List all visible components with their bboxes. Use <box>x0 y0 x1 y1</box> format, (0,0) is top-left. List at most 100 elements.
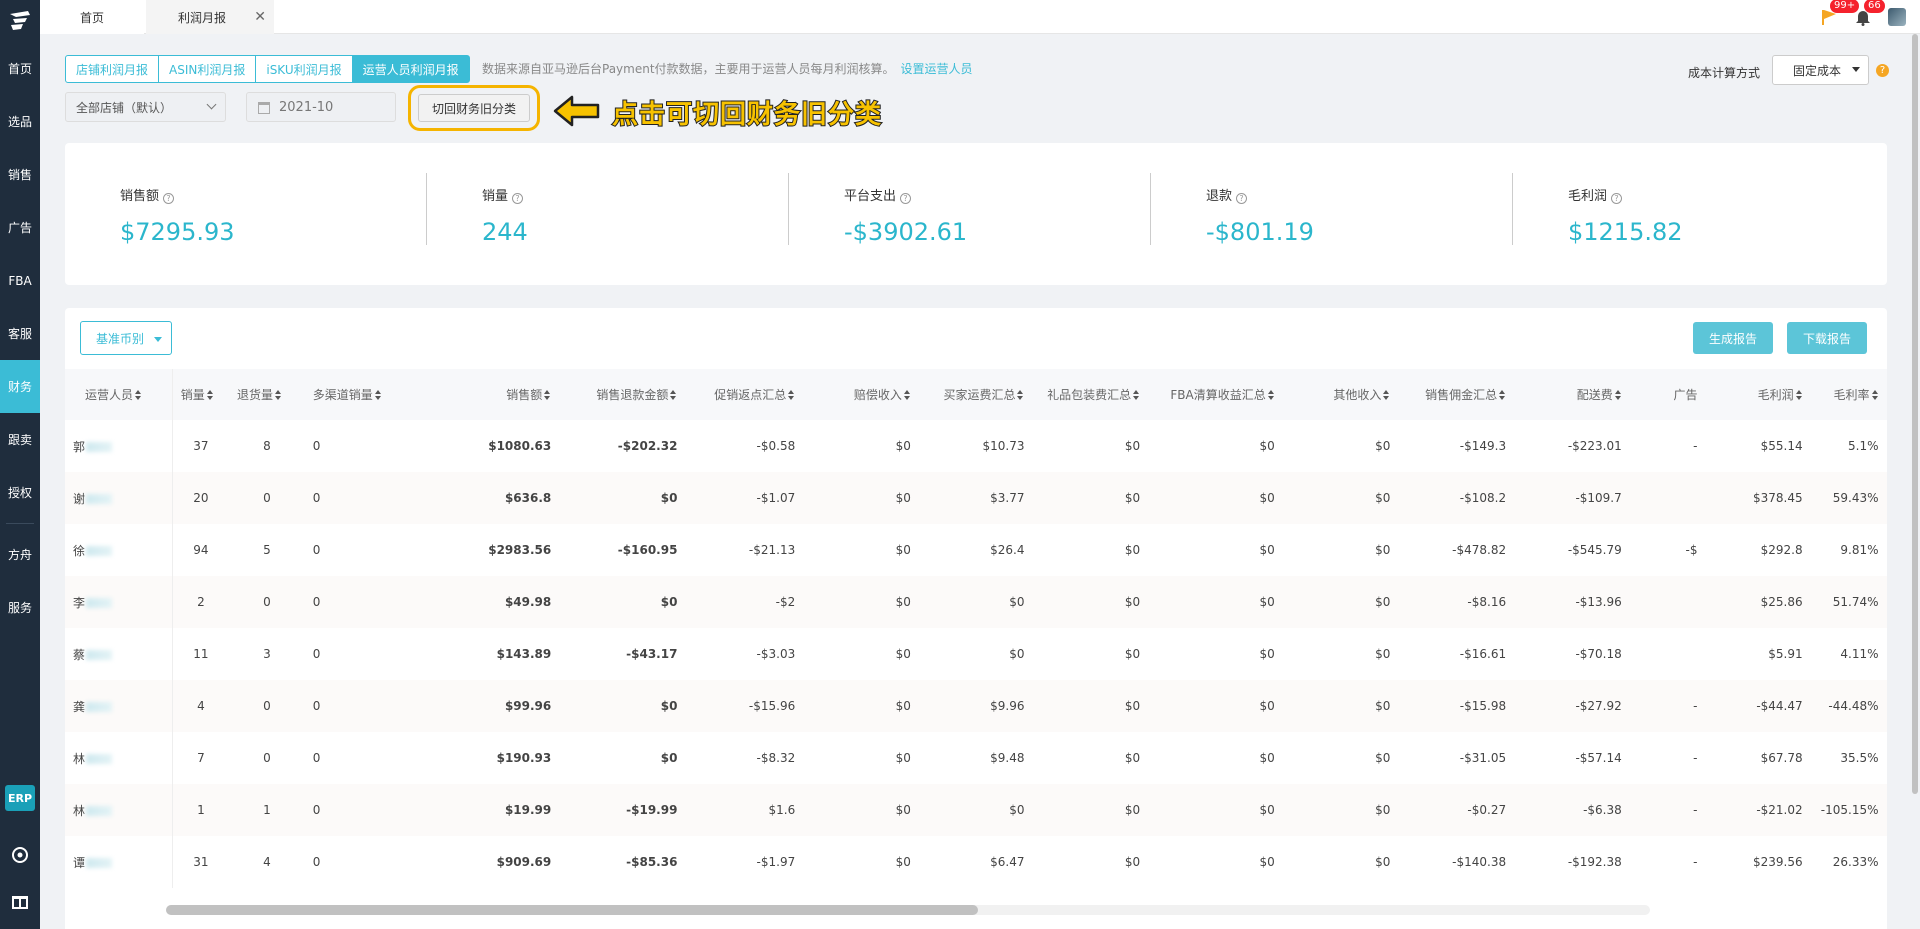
column-header[interactable]: 毛利润 <box>1705 369 1811 420</box>
table-row[interactable]: 林 7 0 0 $190.93 $0 -$8.32 $0 $9.48 $0 $0 $0 -$31.05 -… <box>65 732 1887 784</box>
column-header[interactable]: 礼品包装费汇总 <box>1032 369 1149 420</box>
switch-old-category-button[interactable]: 切回财务旧分类 <box>418 94 530 122</box>
operator-name-link[interactable]: 谢 <box>65 472 173 524</box>
table-row[interactable]: 谢 20 0 0 $636.8 $0 -$1.07 $0 $3.77 $0 $0 $0 -$108.2 -… <box>65 472 1887 524</box>
sidebar-item-2[interactable]: 销售 <box>0 148 40 201</box>
sidebar-item-8[interactable]: 授权 <box>0 466 40 519</box>
column-header[interactable]: 销售退款金额 <box>559 369 686 420</box>
sidebar-item-6[interactable]: 财务 <box>0 360 40 413</box>
sort-icon[interactable] <box>135 390 142 400</box>
table-row[interactable]: 龚 4 0 0 $99.96 $0 -$15.96 $0 $9.96 $0 $0 $0 -$15.98 -… <box>65 680 1887 732</box>
cost-method-select[interactable]: 固定成本 <box>1772 55 1869 85</box>
column-header[interactable]: 配送费 <box>1514 369 1630 420</box>
table-cell: 8 <box>229 420 305 472</box>
operator-name-link[interactable]: 谭 <box>65 836 173 888</box>
sidebar-item-7[interactable]: 跟卖 <box>0 413 40 466</box>
column-header[interactable]: 广告 <box>1629 369 1706 420</box>
tab-operator-profit[interactable]: 运营人员利润月报 <box>351 55 470 83</box>
cell-text: $0 <box>660 595 678 609</box>
column-header[interactable]: FBA清算收益汇总 <box>1148 369 1283 420</box>
sort-icon[interactable] <box>1614 390 1622 400</box>
column-header[interactable]: 运营人员 <box>65 369 173 420</box>
tab-isku-profit[interactable]: iSKU利润月报 <box>255 55 353 83</box>
sort-icon[interactable] <box>1267 390 1275 400</box>
sort-icon[interactable] <box>788 390 795 400</box>
tab-profit-monthly[interactable]: 利润月报 ✕ <box>146 0 274 34</box>
column-header[interactable]: 毛利率 <box>1810 369 1887 420</box>
sidebar-item-4[interactable]: FBA <box>0 254 40 307</box>
base-currency-dropdown[interactable]: 基准币别 <box>80 321 172 355</box>
sidebar-item-9[interactable]: 方舟 <box>0 528 40 581</box>
column-header[interactable]: 促销返点汇总 <box>685 369 804 420</box>
cell-text: $0 <box>895 543 911 557</box>
sort-icon[interactable] <box>670 390 677 400</box>
sort-icon[interactable] <box>1133 390 1140 400</box>
column-header[interactable]: 销售佣金汇总 <box>1398 369 1515 420</box>
close-icon[interactable]: ✕ <box>254 9 266 25</box>
column-header[interactable]: 买家运费汇总 <box>918 369 1033 420</box>
column-header[interactable]: 多渠道销量 <box>304 369 442 420</box>
cell-text: $0 <box>895 491 911 505</box>
question-icon[interactable]: ? <box>1611 193 1623 204</box>
erp-button[interactable]: ERP <box>5 785 35 811</box>
operator-name-link[interactable]: 龚 <box>65 680 173 732</box>
sort-icon[interactable] <box>1383 390 1390 400</box>
sort-icon[interactable] <box>544 390 551 400</box>
operator-name-link[interactable]: 郭 <box>65 420 173 472</box>
avatar[interactable] <box>1888 8 1906 26</box>
gift-icon[interactable] <box>0 891 40 909</box>
question-icon[interactable]: ? <box>163 193 175 204</box>
generate-report-button[interactable]: 生成报告 <box>1693 322 1773 354</box>
sort-icon[interactable] <box>1871 390 1879 400</box>
sort-icon[interactable] <box>903 390 911 400</box>
operator-name-link[interactable]: 蔡 <box>65 628 173 680</box>
column-header[interactable]: 销售额 <box>441 369 560 420</box>
vertical-scrollbar[interactable] <box>1912 34 1918 794</box>
table-row[interactable]: 郭 37 8 0 $1080.63 -$202.32 -$0.58 $0 $10.73 $0 $0 $… <box>65 420 1887 472</box>
help-icon[interactable]: ? <box>1876 64 1889 77</box>
app-logo[interactable] <box>0 0 40 42</box>
column-header[interactable]: 赔偿收入 <box>803 369 919 420</box>
operator-name-link[interactable]: 林 <box>65 784 173 836</box>
tab-home[interactable]: 首页 <box>40 0 144 34</box>
tab-asin-profit[interactable]: ASIN利润月报 <box>158 55 257 83</box>
cell-text: -$1.07 <box>756 491 796 505</box>
support-icon[interactable] <box>0 846 40 864</box>
sort-icon[interactable] <box>1499 390 1506 400</box>
sidebar-item-10[interactable]: 服务 <box>0 581 40 634</box>
sort-icon[interactable] <box>275 390 282 400</box>
sort-icon[interactable] <box>1795 390 1803 400</box>
table-row[interactable]: 谭 31 4 0 $909.69 -$85.36 -$1.97 $0 $6.47 $0 $0 $0 -$… <box>65 836 1887 888</box>
sort-icon[interactable] <box>374 390 382 400</box>
table-row[interactable]: 李 2 0 0 $49.98 $0 -$2 $0 $0 $0 $0 $0 -$8.16 -$13.96 $2… <box>65 576 1887 628</box>
download-report-button[interactable]: 下载报告 <box>1787 322 1867 354</box>
operator-name-link[interactable]: 林 <box>65 732 173 784</box>
flag-notification[interactable]: 99+ <box>1820 0 1860 26</box>
operator-name-link[interactable]: 李 <box>65 576 173 628</box>
column-header[interactable]: 其他收入 <box>1282 369 1399 420</box>
question-icon[interactable]: ? <box>512 193 524 204</box>
table-row[interactable]: 蔡 11 3 0 $143.89 -$43.17 -$3.03 $0 $0 $0 $0 $0 -$16.… <box>65 628 1887 680</box>
sidebar-item-5[interactable]: 客服 <box>0 307 40 360</box>
table-row[interactable]: 徐 94 5 0 $2983.56 -$160.95 -$21.13 $0 $26.4 $0 $0 $… <box>65 524 1887 576</box>
sidebar-item-3[interactable]: 广告 <box>0 201 40 254</box>
sort-icon[interactable] <box>206 390 214 400</box>
operator-name-link[interactable]: 徐 <box>65 524 173 576</box>
month-picker[interactable]: 2021-10 <box>246 92 396 122</box>
question-icon[interactable]: ? <box>900 193 912 204</box>
tab-shop-profit[interactable]: 店铺利润月报 <box>65 55 160 83</box>
shop-select[interactable]: 全部店铺（默认） <box>65 92 226 122</box>
table-cell: -$27.92 <box>1514 680 1630 732</box>
question-icon[interactable]: ? <box>1236 193 1248 204</box>
table-cell: $0 <box>1148 524 1283 576</box>
sort-icon[interactable] <box>1017 390 1024 400</box>
table-row[interactable]: 林 1 1 0 $19.99 -$19.99 $1.6 $0 $0 $0 $0 $0 -$0.27 -$6… <box>65 784 1887 836</box>
scrollbar-thumb[interactable] <box>166 905 978 915</box>
sidebar-item-1[interactable]: 选品 <box>0 95 40 148</box>
bell-notification[interactable]: 66 <box>1854 0 1885 26</box>
sidebar-item-0[interactable]: 首页 <box>0 42 40 95</box>
column-header[interactable]: 退货量 <box>229 369 305 420</box>
set-operator-link[interactable]: 设置运营人员 <box>901 62 973 76</box>
column-header[interactable]: 销量 <box>172 369 230 420</box>
horizontal-scrollbar[interactable] <box>166 905 1650 915</box>
